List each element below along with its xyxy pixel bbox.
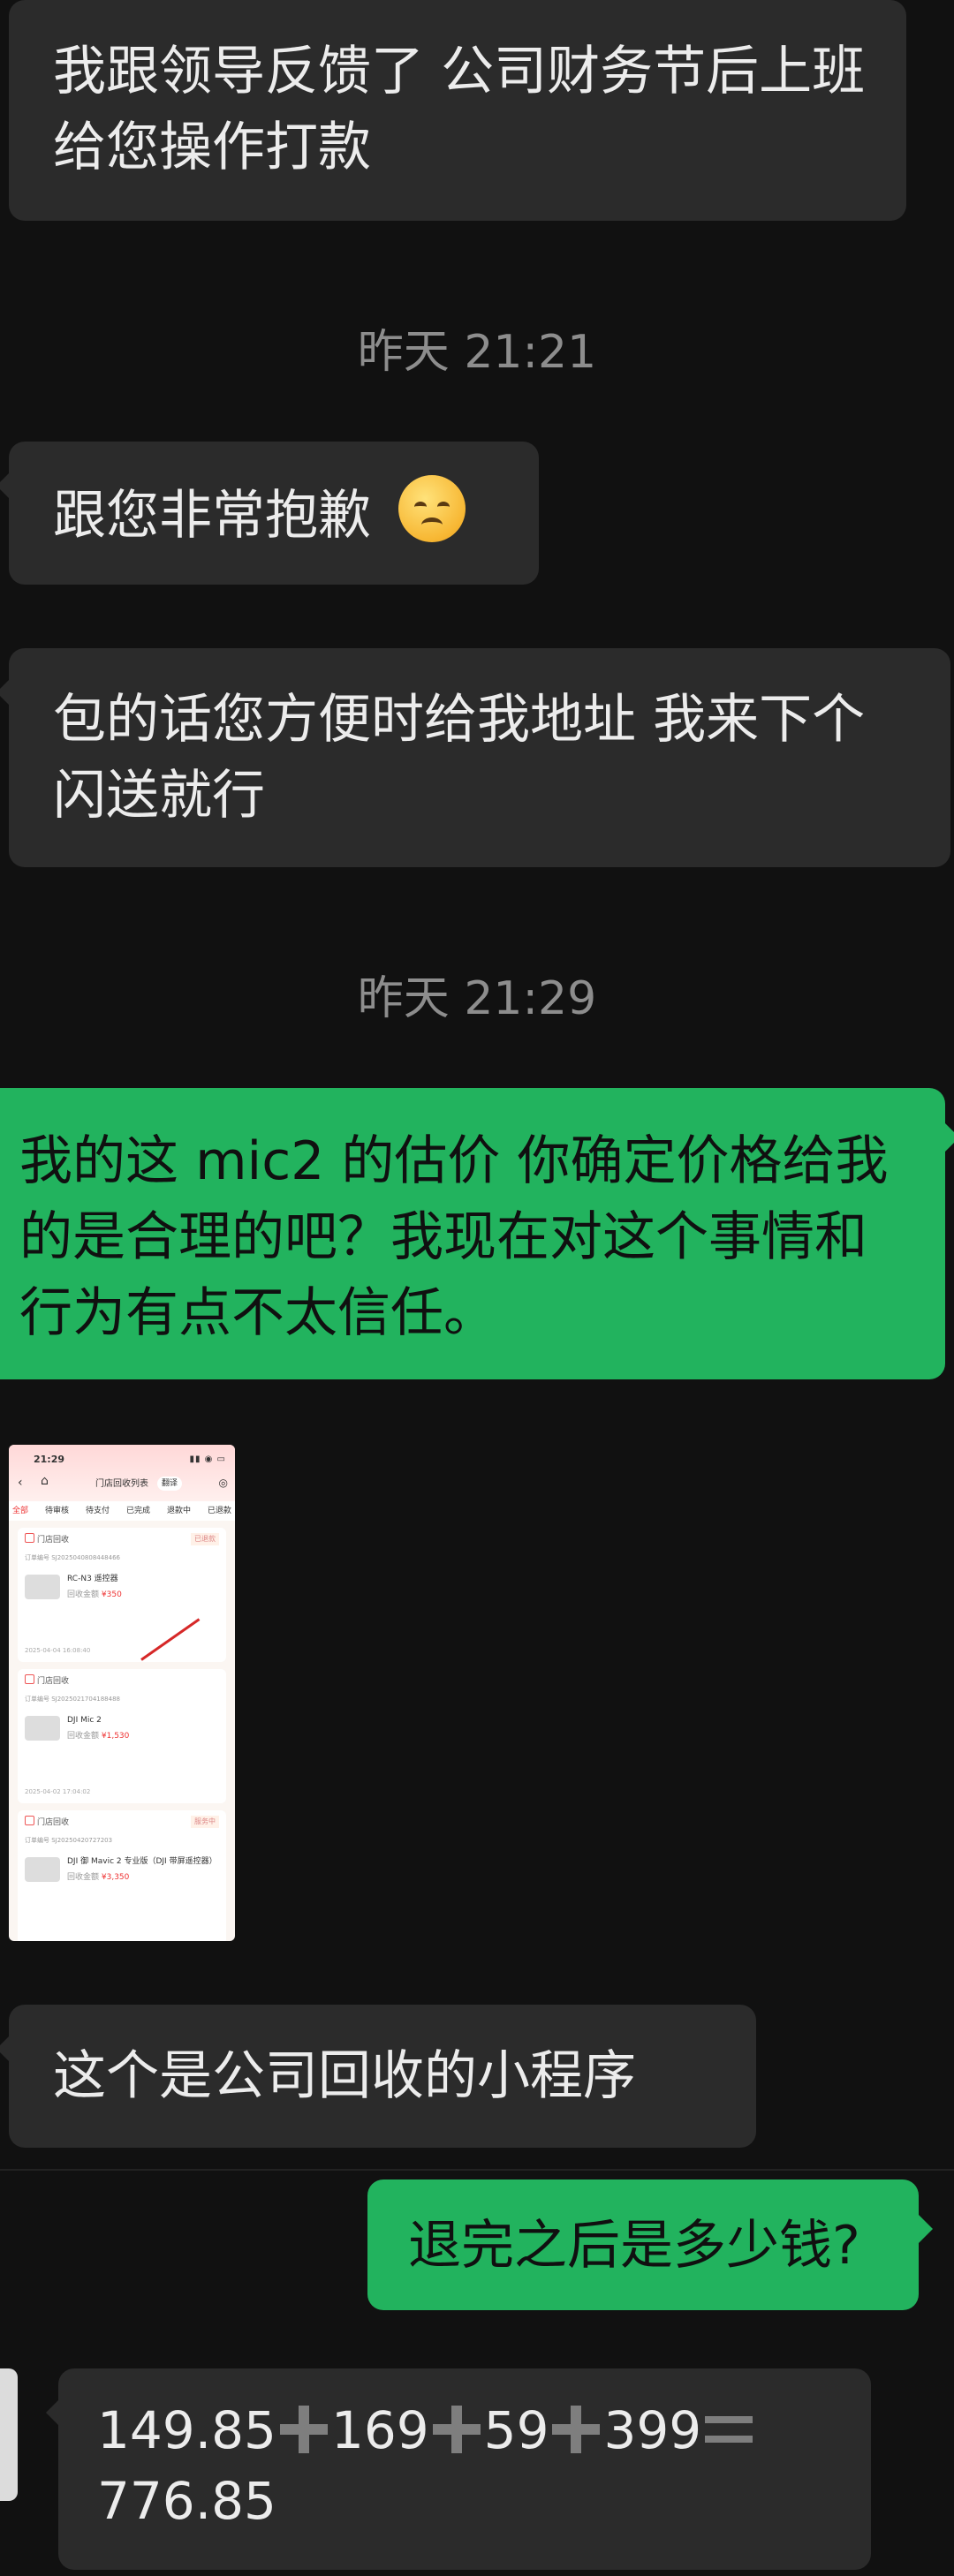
message-bubble-incoming[interactable]: 这个是公司回收的小程序 <box>0 2005 756 2148</box>
shop-icon <box>25 1533 34 1543</box>
message-bubble-incoming[interactable]: 包的话您方便时给我地址 我来下个闪送就行 <box>0 648 950 867</box>
equals-icon <box>705 2406 753 2453</box>
back-icon: ‹ <box>18 1476 23 1490</box>
plus-icon <box>432 2406 481 2453</box>
product-image <box>25 1857 60 1882</box>
message-text: 这个是公司回收的小程序 <box>53 2045 636 2107</box>
order-card: 门店回收 订单编号 SJ2025021704188488 DJI Mic 2 回… <box>18 1669 226 1803</box>
target-icon: ◎ <box>218 1477 228 1489</box>
order-card: 门店回收 服务中 订单编号 SJ20250420727203 DJI 御 Mav… <box>18 1810 226 1941</box>
sum-part: 169 <box>330 2400 429 2460</box>
thumbnail-status-time: 21:29 <box>34 1454 65 1465</box>
message-text: 我跟领导反馈了 公司财务节后上班给您操作打款 <box>53 41 866 178</box>
shop-icon <box>25 1674 34 1684</box>
product-image <box>25 1575 60 1599</box>
message-text: 我的这 mic2 的估价 你确定价格给我的是合理的吧？我现在对这个事情和行为有点… <box>19 1130 889 1344</box>
home-icon: ⌂ <box>41 1474 49 1488</box>
message-bubble-incoming[interactable]: 我跟领导反馈了 公司财务节后上班给您操作打款 <box>9 0 906 221</box>
divider <box>0 2169 954 2171</box>
message-bubble-outgoing[interactable]: 我的这 mic2 的估价 你确定价格给我的是合理的吧？我现在对这个事情和行为有点… <box>0 1088 954 1379</box>
thumbnail-tabs: 全部 待审核 待支付 已完成 退款中 已退款 <box>9 1501 235 1521</box>
chat-view[interactable]: 我跟领导反馈了 公司财务节后上班给您操作打款 昨天 21:21 跟您非常抱歉 包… <box>0 0 954 2576</box>
message-bubble-incoming[interactable]: 149.85 169 59 399 776.85 <box>46 2368 871 2570</box>
message-bubble-outgoing[interactable]: 退完之后是多少钱? <box>367 2179 933 2310</box>
plus-icon <box>552 2406 601 2453</box>
message-text: 跟您非常抱歉 <box>53 485 371 547</box>
thumbnail-title: 门店回收列表 <box>95 1479 148 1489</box>
avatar-edge <box>0 2368 18 2501</box>
plus-icon <box>279 2406 328 2453</box>
sum-part: 149.85 <box>97 2400 276 2460</box>
timestamp: 昨天 21:29 <box>357 972 597 1025</box>
sum-part: 59 <box>483 2400 549 2460</box>
timestamp: 昨天 21:21 <box>357 326 597 379</box>
order-card: 门店回收 已退款 订单编号 SJ2025040808448466 RC-N3 遥… <box>18 1528 226 1662</box>
disappointed-face-emoji-icon <box>398 475 466 542</box>
sum-result: 776.85 <box>97 2471 276 2531</box>
signal-wifi-battery-icon: ▮▮ ◉ ▭ <box>189 1454 226 1464</box>
shop-icon <box>25 1816 34 1825</box>
sum-part: 399 <box>603 2400 702 2460</box>
screenshot-image-message[interactable]: 21:29 ▮▮ ◉ ▭ ‹ ⌂ 门店回收列表 翻译 ◎ 全部 待审核 待支付 已完成… <box>9 1445 235 1941</box>
message-text: 退完之后是多少钱? <box>408 2215 860 2277</box>
message-bubble-incoming[interactable]: 跟您非常抱歉 <box>0 442 539 585</box>
translate-pill: 翻译 <box>157 1477 183 1491</box>
message-text: 包的话您方便时给我地址 我来下个闪送就行 <box>53 689 866 827</box>
product-image <box>25 1716 60 1741</box>
